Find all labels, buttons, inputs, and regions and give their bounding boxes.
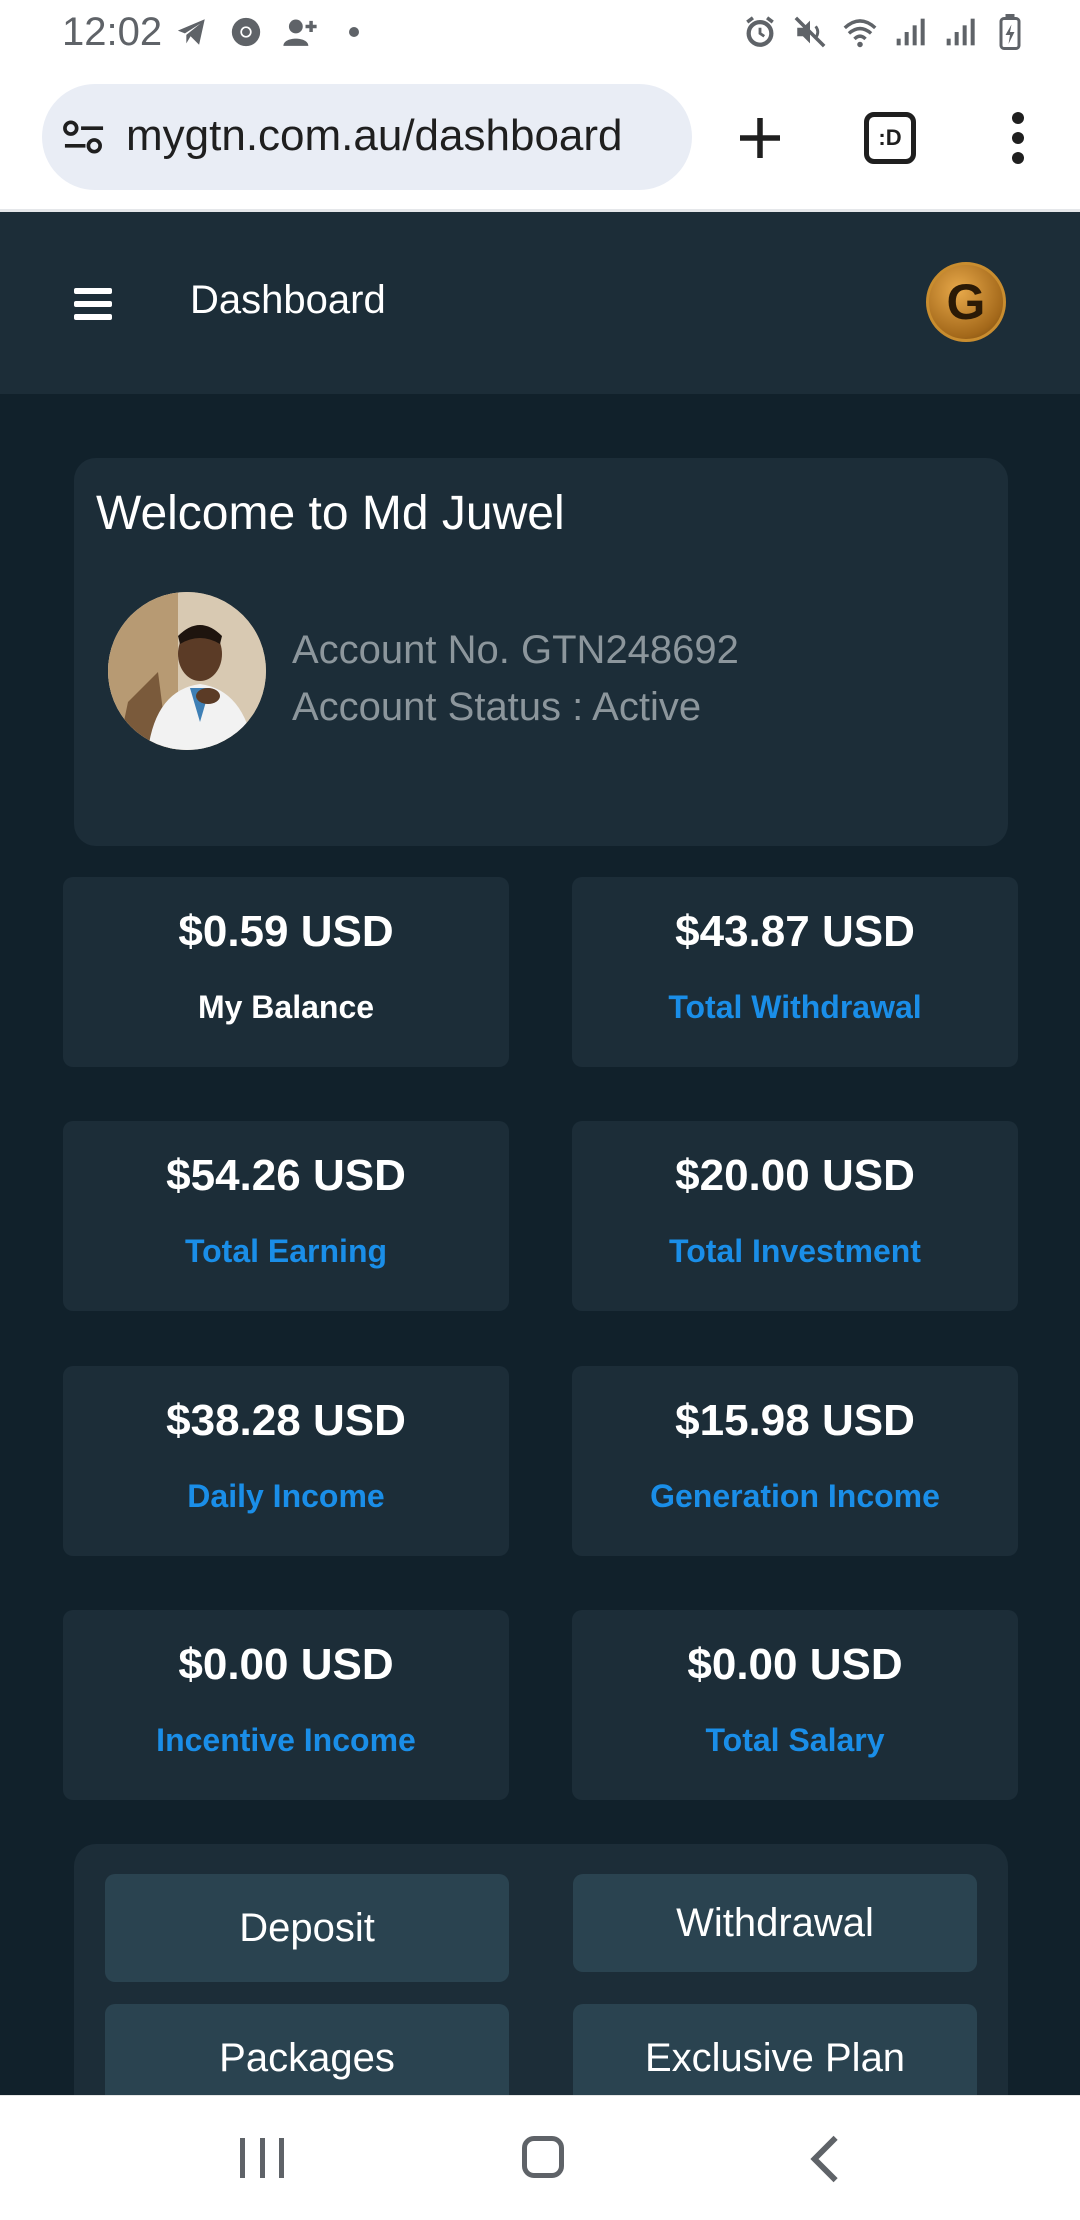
stat-value: $20.00 USD [675,1151,915,1200]
page-title: Dashboard [190,278,386,322]
stat-card-total-withdrawal[interactable]: $43.87 USD Total Withdrawal [572,877,1018,1067]
dashboard-page: Dashboard G Welcome to Md Juwel Account … [0,212,1080,2095]
new-tab-button[interactable] [730,108,790,168]
battery-icon [992,14,1028,50]
system-nav-bar [0,2095,1080,2220]
brand-logo[interactable]: G [926,262,1006,342]
signal-icon [892,14,928,50]
url-text[interactable]: mygtn.com.au/dashboard [126,111,623,161]
mute-icon [792,14,828,50]
stat-label[interactable]: Generation Income [572,1478,1018,1515]
stat-value: $0.00 USD [687,1640,903,1689]
stat-label[interactable]: Total Investment [572,1233,1018,1270]
home-icon[interactable] [522,2136,564,2178]
stat-card-my-balance[interactable]: $0.59 USD My Balance [63,877,509,1067]
alarm-icon [742,14,778,50]
stat-label[interactable]: Total Salary [572,1722,1018,1759]
stat-value: $0.59 USD [178,907,394,956]
contact-add-icon [282,14,318,50]
dot-icon [336,14,372,50]
chrome-icon [228,14,264,50]
stat-label[interactable]: Total Earning [63,1233,509,1270]
stat-label[interactable]: Daily Income [63,1478,509,1515]
wifi-icon [842,14,878,50]
tab-switcher-button[interactable]: :D [864,112,916,164]
status-left-icons [174,14,372,50]
welcome-card: Welcome to Md Juwel Account No. GTN24869… [74,458,1008,846]
welcome-title: Welcome to Md Juwel [96,487,565,540]
browser-toolbar: mygtn.com.au/dashboard :D [0,66,1080,212]
stat-value: $15.98 USD [675,1396,915,1445]
stat-card-total-investment[interactable]: $20.00 USD Total Investment [572,1121,1018,1311]
stat-value: $0.00 USD [178,1640,394,1689]
packages-button[interactable]: Packages [105,2004,509,2095]
account-status: Account Status : Active [292,685,702,729]
avatar[interactable] [108,592,266,750]
stat-label[interactable]: Total Withdrawal [572,989,1018,1026]
withdrawal-button[interactable]: Withdrawal [573,1874,977,1972]
stat-card-daily-income[interactable]: $38.28 USD Daily Income [63,1366,509,1556]
app-header: Dashboard G [0,212,1080,394]
deposit-button[interactable]: Deposit [105,1874,509,1982]
stat-card-total-salary[interactable]: $0.00 USD Total Salary [572,1610,1018,1800]
status-time: 12:02 [62,10,163,54]
status-bar: 12:02 [0,0,1080,66]
actions-panel: Deposit Withdrawal Packages Exclusive Pl… [74,1844,1008,2095]
account-number: Account No. GTN248692 [292,628,739,672]
status-right-icons [742,14,1028,50]
stat-card-generation-income[interactable]: $15.98 USD Generation Income [572,1366,1018,1556]
address-bar[interactable]: mygtn.com.au/dashboard [42,84,692,190]
telegram-icon [174,14,210,50]
stat-label: My Balance [197,989,375,1025]
stat-value: $38.28 USD [166,1396,406,1445]
hamburger-menu-icon[interactable] [74,288,112,320]
stat-card-total-earning[interactable]: $54.26 USD Total Earning [63,1121,509,1311]
signal-icon [942,14,978,50]
stat-value: $54.26 USD [166,1151,406,1200]
stat-label[interactable]: Incentive Income [63,1722,509,1759]
exclusive-plan-button[interactable]: Exclusive Plan [573,2004,977,2095]
more-options-icon[interactable] [1000,108,1036,168]
recents-icon[interactable] [240,2138,284,2178]
stat-value: $43.87 USD [675,907,915,956]
site-settings-icon[interactable] [62,119,106,160]
stat-card-incentive-income[interactable]: $0.00 USD Incentive Income [63,1610,509,1800]
back-icon[interactable] [806,2134,846,2184]
